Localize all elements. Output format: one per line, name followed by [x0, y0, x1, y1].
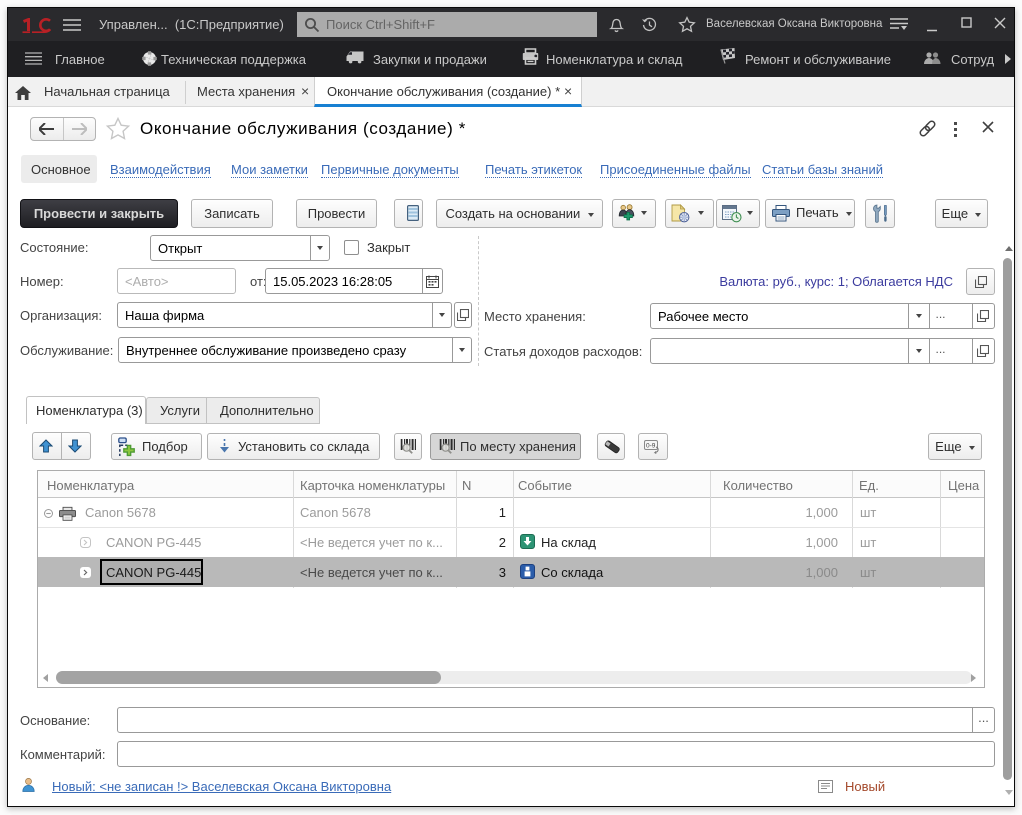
svg-text:0-9: 0-9 — [646, 443, 656, 450]
